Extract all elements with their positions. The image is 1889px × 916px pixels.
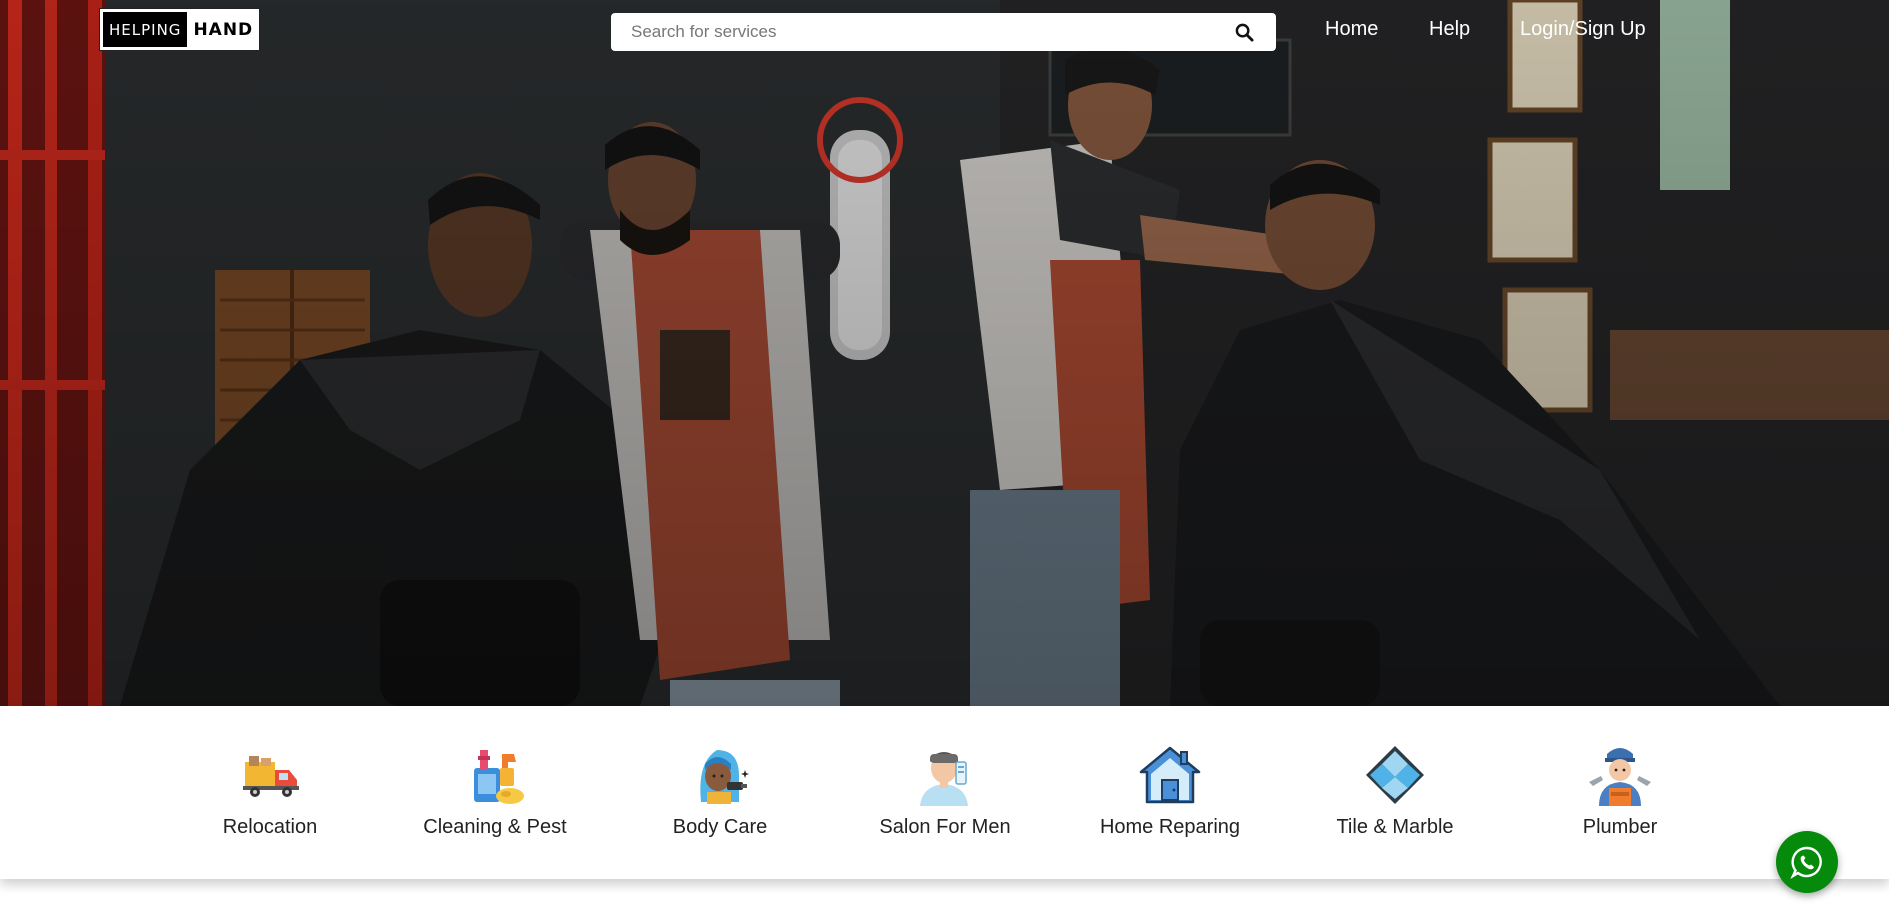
- men-salon-icon: [920, 752, 968, 806]
- category-label: Plumber: [1582, 816, 1658, 838]
- category-label: Body Care: [672, 816, 768, 838]
- nav-help-link[interactable]: Help: [1429, 18, 1470, 41]
- hero-banner: HELPING HAND Home Help Login/Sign Up: [0, 0, 1889, 706]
- cleaning-supplies-icon: [474, 750, 524, 804]
- category-body-care[interactable]: Body Care: [620, 742, 820, 839]
- plumber-icon: [1589, 748, 1651, 806]
- category-label: Cleaning & Pest: [423, 816, 567, 838]
- search-input[interactable]: [631, 22, 1232, 42]
- category-label: Salon For Men: [879, 816, 1011, 838]
- tile-icon: [1366, 746, 1424, 804]
- whatsapp-icon: [1790, 846, 1822, 879]
- page: HELPING HAND Home Help Login/Sign Up: [0, 0, 1889, 916]
- category-relocation[interactable]: Relocation: [170, 742, 370, 839]
- nav-login-link[interactable]: Login/Sign Up: [1520, 18, 1646, 41]
- category-salon-men[interactable]: Salon For Men: [845, 742, 1045, 839]
- nav-home-link[interactable]: Home: [1325, 18, 1378, 41]
- hero-image: [0, 0, 1889, 706]
- category-bar: Relocation Cleaning & Pest Body Care Sal…: [0, 706, 1889, 879]
- category-label: Relocation: [222, 816, 318, 838]
- category-tile-marble[interactable]: Tile & Marble: [1295, 742, 1495, 839]
- brand-logo-right: HAND: [193, 19, 254, 40]
- category-home-repairing[interactable]: Home Reparing: [1070, 742, 1270, 839]
- category-plumber[interactable]: Plumber: [1520, 742, 1720, 839]
- brand-logo-left: HELPING: [103, 12, 188, 47]
- search-bar: [611, 13, 1276, 51]
- body-care-icon: [700, 750, 749, 804]
- search-icon[interactable]: [1232, 20, 1256, 44]
- brand-logo[interactable]: HELPING HAND: [99, 8, 260, 51]
- category-label: Home Reparing: [1099, 816, 1241, 838]
- category-label: Tile & Marble: [1336, 816, 1454, 838]
- moving-truck-icon: [243, 756, 299, 797]
- category-cleaning-pest[interactable]: Cleaning & Pest: [395, 742, 595, 839]
- house-icon: [1139, 746, 1201, 804]
- whatsapp-button[interactable]: [1776, 831, 1838, 893]
